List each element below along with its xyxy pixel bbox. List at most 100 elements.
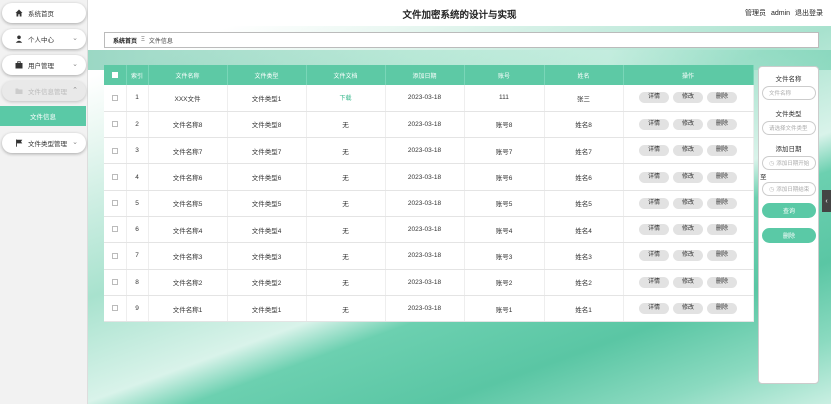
date-cell: 2023-03-18: [385, 242, 465, 270]
select-all-header[interactable]: [104, 65, 127, 85]
table-row: 6 文件名称4 文件类型4 无 2023-03-18 账号4 姓名4 详情 修改 删除: [104, 216, 754, 244]
actions-cell: 详情 修改 删除: [623, 295, 754, 323]
column-header: 账号: [464, 65, 545, 85]
detail-button[interactable]: 详情: [639, 118, 669, 130]
row-checkbox[interactable]: [111, 200, 118, 207]
file-type-select[interactable]: 请选择文件类型: [762, 121, 816, 135]
logout-link[interactable]: 退出登录: [795, 10, 823, 17]
top-bar: 文件加密系统的设计与实现 管理员 admin 退出登录: [88, 0, 831, 26]
file-name-cell: 文件名称6: [148, 163, 228, 191]
detail-button[interactable]: 详情: [639, 303, 669, 315]
row-select-cell[interactable]: [104, 269, 127, 296]
date-cell: 2023-03-18: [385, 163, 465, 191]
row-select-cell[interactable]: [104, 190, 127, 217]
row-checkbox[interactable]: [111, 279, 118, 285]
edit-button[interactable]: 修改: [673, 303, 703, 315]
row-select-cell[interactable]: [104, 242, 127, 270]
row-checkbox[interactable]: [111, 305, 118, 312]
folder-icon: [15, 87, 23, 95]
download-link[interactable]: 下载: [339, 96, 351, 102]
sidebar-item-file-type-mgmt[interactable]: 文件类型管理 ⌄: [2, 133, 86, 153]
file-type-cell: 文件类型4: [227, 216, 307, 244]
sidebar-item-file-info-mgmt[interactable]: 文件信息管理 ⌃: [2, 81, 86, 101]
person-name-cell: 姓名1: [544, 295, 624, 323]
detail-button[interactable]: 详情: [639, 92, 669, 104]
person-name-cell: 姓名5: [544, 190, 624, 217]
delete-button[interactable]: 删除: [707, 250, 737, 262]
sidebar-subitem-file-info[interactable]: 文件信息: [0, 106, 86, 126]
detail-button[interactable]: 详情: [639, 145, 669, 157]
doc-cell-value: 无: [342, 227, 349, 235]
row-select-cell[interactable]: [104, 295, 127, 323]
column-header: 文件类型: [227, 65, 307, 85]
delete-button[interactable]: 删除: [707, 197, 737, 209]
delete-button[interactable]: 删除: [707, 171, 737, 183]
delete-button[interactable]: 删除: [707, 92, 737, 104]
edit-button[interactable]: 修改: [673, 171, 703, 183]
row-checkbox[interactable]: [111, 121, 118, 128]
file-doc-cell: 无: [306, 137, 386, 165]
actions-cell: 详情 修改 删除: [623, 242, 754, 270]
sidebar-item-label: 文件类型管理: [28, 141, 67, 148]
flag-icon: [15, 139, 23, 147]
delete-button[interactable]: 删除: [707, 145, 737, 157]
index-cell: 3: [126, 137, 149, 165]
delete-selected-button[interactable]: 删除: [762, 228, 816, 243]
file-name-cell: 文件名称5: [148, 190, 228, 217]
file-name-cell: 文件名称3: [148, 242, 228, 270]
detail-button[interactable]: 详情: [639, 197, 669, 209]
detail-button[interactable]: 详情: [639, 250, 669, 262]
edit-button[interactable]: 修改: [673, 118, 703, 130]
file-name-input[interactable]: 文件名称: [762, 86, 816, 100]
breadcrumb-home[interactable]: 系统首页: [113, 36, 137, 45]
date-cell: 2023-03-18: [385, 190, 465, 217]
date-start-input[interactable]: ◷ 添加日期开始: [762, 156, 816, 170]
edit-button[interactable]: 修改: [673, 197, 703, 209]
row-checkbox[interactable]: [111, 252, 118, 259]
select-all-checkbox[interactable]: [111, 71, 118, 78]
row-checkbox[interactable]: [111, 173, 118, 180]
edit-button[interactable]: 修改: [673, 145, 703, 157]
detail-button[interactable]: 详情: [639, 171, 669, 183]
date-end-input[interactable]: ◷ 添加日期结束: [762, 182, 816, 196]
detail-button[interactable]: 详情: [639, 224, 669, 236]
delete-button[interactable]: 删除: [707, 224, 737, 236]
edit-button[interactable]: 修改: [673, 92, 703, 104]
file-name-label: 文件名称: [775, 76, 802, 83]
index-cell: 2: [126, 111, 149, 139]
delete-button[interactable]: 删除: [707, 118, 737, 130]
account-cell: 账号1: [464, 295, 545, 323]
table-row: 8 文件名称2 文件类型2 无 2023-03-18 账号2 姓名2 详情 修改 删除: [104, 269, 754, 296]
delete-button[interactable]: 删除: [707, 276, 737, 288]
actions-cell: 详情 修改 删除: [623, 216, 754, 244]
account-cell: 账号4: [464, 216, 545, 244]
edit-button[interactable]: 修改: [673, 224, 703, 236]
row-select-cell[interactable]: [104, 111, 127, 139]
date-cell: 2023-03-18: [385, 137, 465, 165]
row-checkbox[interactable]: [111, 94, 118, 101]
index-cell: 1: [126, 85, 149, 112]
sidebar-item-personal[interactable]: 个人中心 ⌄: [2, 29, 86, 49]
row-select-cell[interactable]: [104, 216, 127, 244]
sidebar-item-label: 文件信息管理: [28, 89, 67, 96]
user-role: 管理员: [745, 10, 767, 17]
edit-button[interactable]: 修改: [673, 250, 703, 262]
index-cell: 9: [126, 295, 149, 323]
row-select-cell[interactable]: [104, 137, 127, 165]
search-panel: 文件名称 文件名称 文件类型 请选择文件类型 添加日期 ◷ 添加日期开始 ◷ 添加日…: [758, 66, 819, 384]
file-doc-cell: 无: [306, 163, 386, 191]
delete-button[interactable]: 删除: [707, 303, 737, 315]
detail-button[interactable]: 详情: [639, 276, 669, 288]
query-button[interactable]: 查询: [762, 203, 816, 218]
row-checkbox[interactable]: [111, 226, 118, 233]
sidebar-item-users[interactable]: 用户管理 ⌄: [2, 55, 86, 75]
date-cell: 2023-03-18: [385, 269, 465, 296]
row-checkbox[interactable]: [111, 147, 118, 154]
row-select-cell[interactable]: [104, 85, 127, 112]
edit-button[interactable]: 修改: [673, 276, 703, 288]
table-row: 1 XXX文件 文件类型1 下载 2023-03-18 111 张三 详情 修改 删除: [104, 85, 754, 112]
row-select-cell[interactable]: [104, 163, 127, 191]
sidebar-item-home[interactable]: 系统首页: [2, 3, 86, 23]
collapse-toggle[interactable]: ‹: [822, 190, 831, 212]
index-cell: 8: [126, 269, 149, 296]
